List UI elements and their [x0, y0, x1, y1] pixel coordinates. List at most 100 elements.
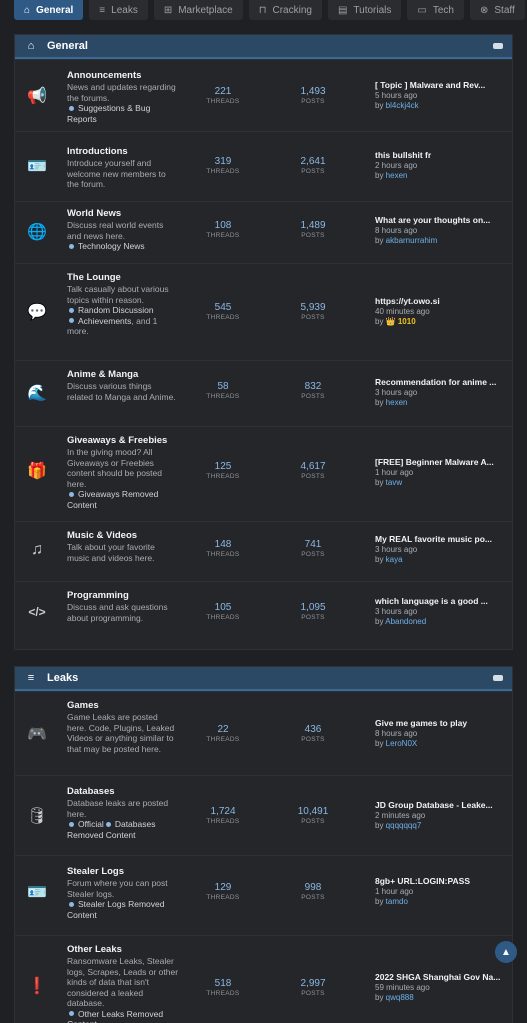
forum-title[interactable]: Programming — [67, 590, 179, 602]
subforum-link[interactable]: Technology News — [67, 241, 179, 252]
last-post-title[interactable]: My REAL favorite music po... — [375, 534, 507, 545]
last-post-title[interactable]: 8gb+ URL:LOGIN:PASS — [375, 876, 507, 887]
last-post-title[interactable]: What are your thoughts on... — [375, 215, 507, 226]
last-post-time: 59 minutes ago — [375, 982, 430, 992]
threads-label: THREADS — [206, 894, 240, 901]
forum-row: 🛢 Databases Database leaks are posted he… — [15, 775, 512, 855]
user-link[interactable]: tavw — [386, 478, 402, 487]
forum-title[interactable]: World News — [67, 208, 179, 220]
subforum-link[interactable]: Official Databases Removed Content — [67, 819, 183, 840]
forum-description: In the giving mood? All Giveaways or Fre… — [67, 447, 162, 489]
user-link[interactable]: qwq888 — [386, 993, 414, 1002]
subforum-label[interactable]: Official — [78, 819, 104, 829]
thread-count: 319 — [214, 156, 232, 167]
category-title: General — [47, 40, 88, 52]
tab-label: Leaks — [111, 4, 138, 16]
last-post-time: 3 hours ago — [375, 544, 418, 554]
user-link[interactable]: hexen — [386, 171, 408, 180]
forum-description: Talk casually about various topics withi… — [67, 284, 169, 305]
subforum-link[interactable]: Other Leaks Removed Content — [67, 1009, 179, 1023]
last-post-title[interactable]: Recommendation for anime ... — [375, 377, 507, 388]
forum-title[interactable]: Games — [67, 700, 179, 712]
last-post-title[interactable]: JD Group Database - Leake... — [375, 800, 507, 811]
subforum-dot-icon — [69, 105, 74, 111]
user-link[interactable]: hexen — [386, 398, 408, 407]
last-post-title[interactable]: Give me games to play — [375, 718, 507, 729]
forum-title[interactable]: Giveaways & Freebies — [67, 435, 179, 447]
subforum-dot-icon — [69, 821, 74, 827]
posts-label: POSTS — [301, 393, 325, 400]
subforum-label[interactable]: Random Discussion — [78, 305, 154, 315]
user-link[interactable]: Abandoned — [385, 617, 426, 626]
user-link[interactable]: 👑 1010 — [386, 317, 416, 326]
tab-staff[interactable]: ⊗ Staff — [469, 0, 525, 20]
last-post-title[interactable]: [FREE] Beginner Malware A... — [375, 457, 507, 468]
forum-row: 📢 Announcements News and updates regardi… — [15, 59, 512, 131]
category-general: ⌂ General 📢 Announcements News and updat… — [14, 34, 513, 650]
user-link[interactable]: qqqqqqq7 — [386, 821, 422, 830]
last-post-title[interactable]: https://yt.owo.si — [375, 296, 507, 307]
by-label: by — [375, 821, 386, 830]
collapse-icon[interactable] — [493, 675, 503, 681]
post-count: 436 — [304, 724, 322, 735]
subforum-link[interactable]: Suggestions & Bug Reports — [67, 103, 179, 124]
database-icon: 🛢 — [26, 808, 48, 825]
category-header[interactable]: ≡ Leaks — [15, 667, 512, 691]
posts-label: POSTS — [301, 473, 325, 480]
tab-label: Staff — [494, 4, 515, 16]
forum-title[interactable]: Anime & Manga — [67, 369, 179, 381]
forum-title[interactable]: Databases — [67, 786, 183, 798]
subforum-link[interactable]: Random Discussion — [67, 305, 179, 316]
user-link[interactable]: tamdo — [386, 897, 408, 906]
collapse-icon[interactable] — [493, 43, 503, 49]
subforum-link[interactable]: Achievements, and 1 more. — [67, 316, 179, 337]
forum-title[interactable]: Announcements — [67, 70, 179, 82]
subforum-link[interactable]: Giveaways Removed Content — [67, 489, 179, 510]
threads-label: THREADS — [206, 98, 240, 105]
last-post-time: 3 hours ago — [375, 606, 418, 616]
forum-row: 🌐 World News Discuss real world events a… — [15, 201, 512, 263]
forum-title[interactable]: The Lounge — [67, 272, 179, 284]
subforum-label[interactable]: Giveaways Removed Content — [67, 489, 158, 510]
subforum-label[interactable]: Suggestions & Bug Reports — [67, 103, 150, 124]
forum-title[interactable]: Introductions — [67, 146, 179, 158]
posts-label: POSTS — [301, 736, 325, 743]
category-header[interactable]: ⌂ General — [15, 35, 512, 59]
subforum-link[interactable]: Stealer Logs Removed Content — [67, 899, 179, 920]
forum-title[interactable]: Other Leaks — [67, 944, 179, 956]
tab-tutorials[interactable]: ▤ Tutorials — [327, 0, 402, 20]
gamepad-icon: 🎮 — [27, 726, 47, 743]
scroll-to-top-button[interactable]: ▲ — [495, 941, 517, 963]
user-link[interactable]: akbarnurrahim — [386, 236, 438, 245]
post-count: 2,641 — [300, 156, 326, 167]
subforum-label[interactable]: Stealer Logs Removed Content — [67, 899, 164, 920]
forum-title[interactable]: Stealer Logs — [67, 866, 179, 878]
posts-label: POSTS — [301, 98, 325, 105]
subforum-label[interactable]: Achievements — [78, 316, 131, 326]
last-post-title[interactable]: 2022 SHGA Shanghai Gov Na... — [375, 972, 507, 983]
tab-general[interactable]: ⌂ General — [14, 0, 84, 20]
threads-label: THREADS — [206, 168, 240, 175]
tab-leaks[interactable]: ≡ Leaks — [89, 0, 148, 20]
user-link[interactable]: LeroN0X — [386, 739, 418, 748]
forum-title[interactable]: Music & Videos — [67, 530, 179, 542]
by-label: by — [375, 617, 386, 626]
tab-tech[interactable]: ▭ Tech — [407, 0, 464, 20]
subforum-label[interactable]: Technology News — [78, 241, 145, 251]
last-post-title[interactable]: which language is a good ... — [375, 596, 507, 607]
last-post-author: by hexen — [375, 398, 507, 409]
post-count: 1,095 — [300, 602, 326, 613]
by-label: by — [375, 555, 386, 564]
tab-marketplace[interactable]: ⊞ Marketplace — [153, 0, 243, 20]
last-post-title[interactable]: this bullshit fr — [375, 150, 507, 161]
last-post-title[interactable]: [ Topic ] Malware and Rev... — [375, 80, 507, 91]
user-link[interactable]: bl4ckj4ck — [386, 101, 419, 110]
thread-count: 518 — [214, 978, 232, 989]
id-card-icon: 🪪 — [27, 884, 47, 901]
tab-cracking[interactable]: ⊓ Cracking — [248, 0, 322, 20]
post-count: 1,493 — [300, 86, 326, 97]
subforum-label[interactable]: Other Leaks Removed Content — [67, 1009, 163, 1023]
posts-label: POSTS — [301, 314, 325, 321]
subforum-dot-icon — [69, 1011, 74, 1017]
user-link[interactable]: kaya — [386, 555, 403, 564]
